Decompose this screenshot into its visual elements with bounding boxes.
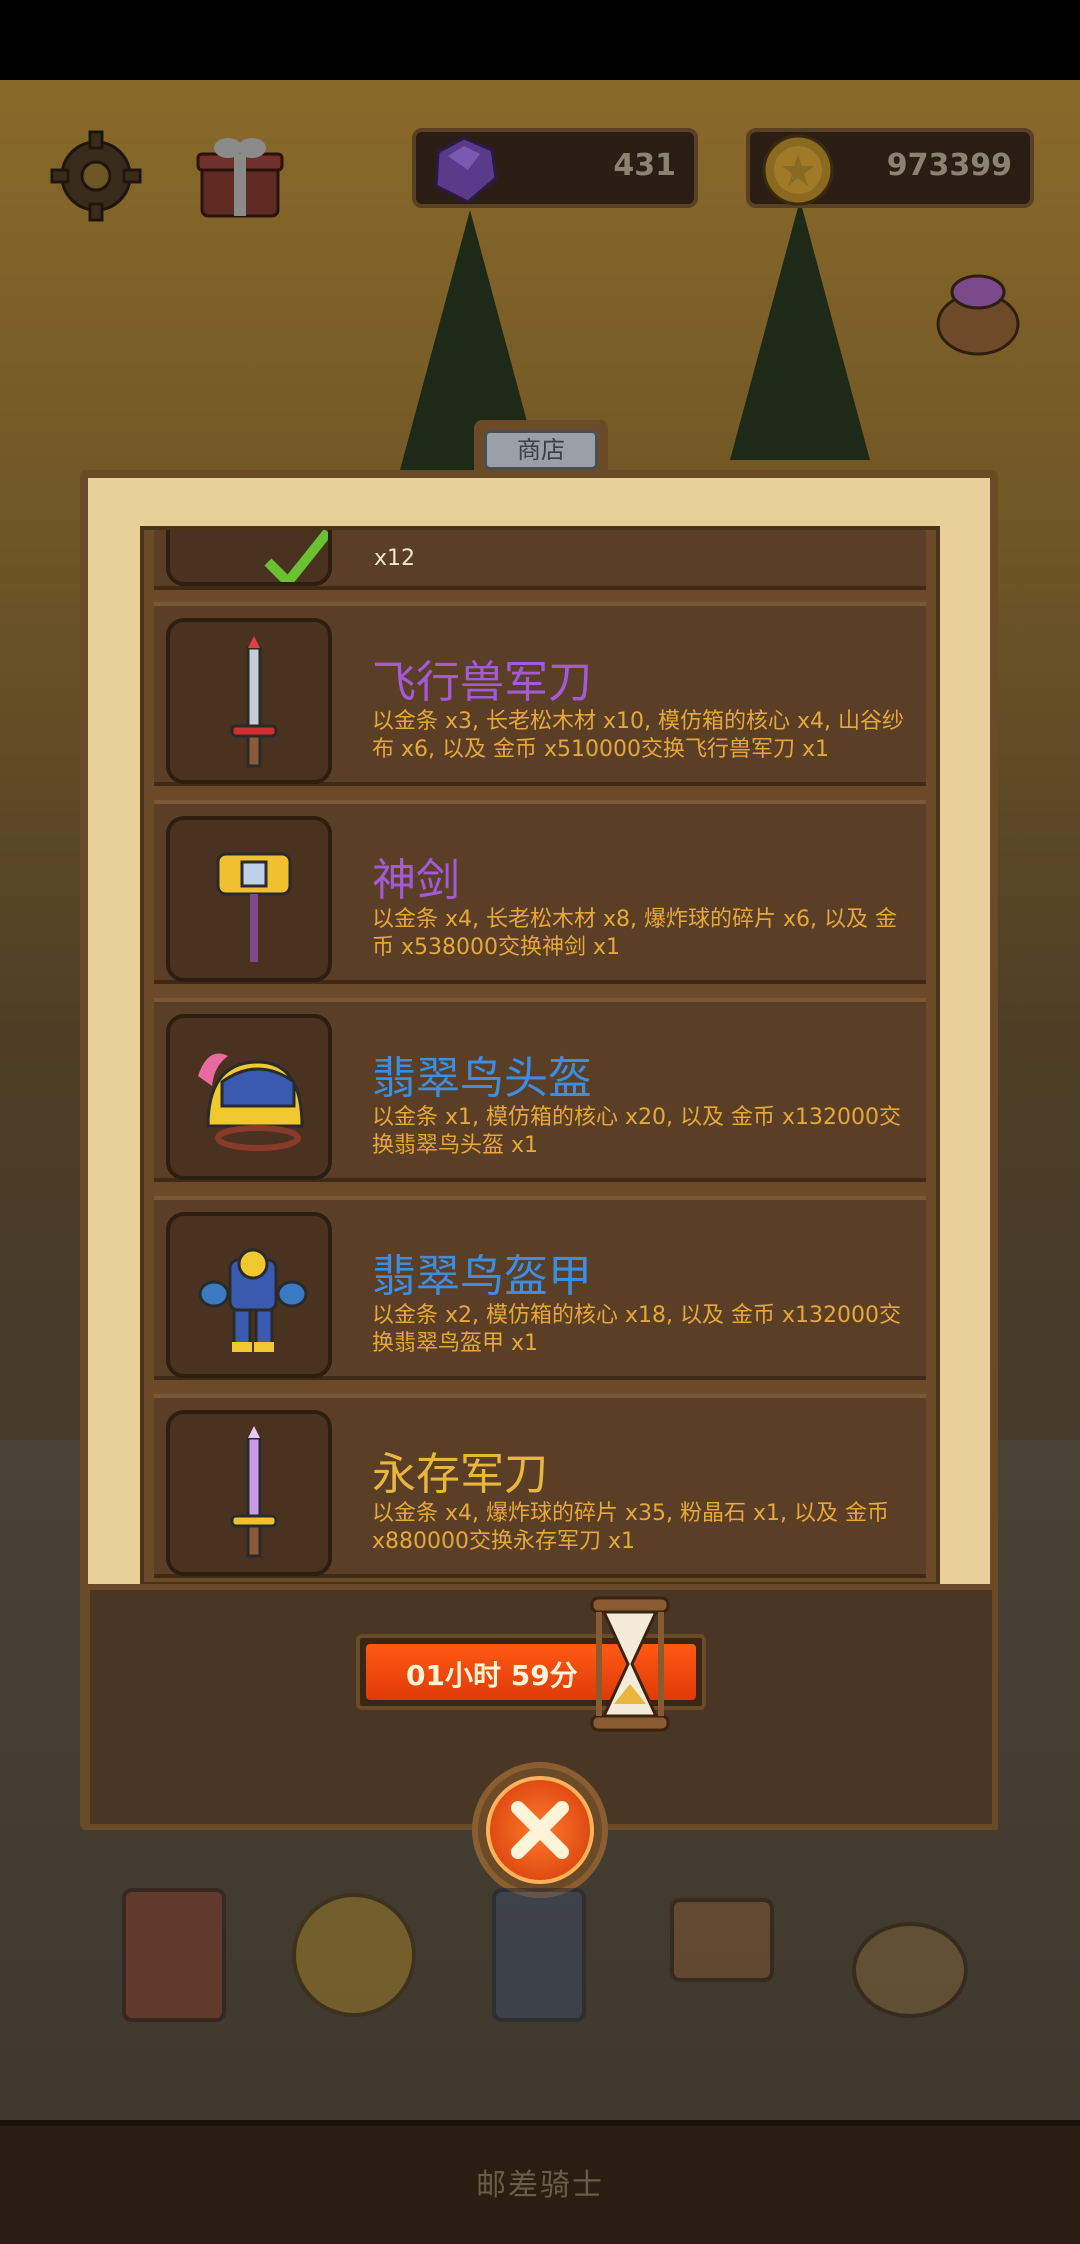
item-description: 以金条 x1, 模仿箱的核心 x20, 以及 金币 x132000交换翡翠鸟头盔… [372,1105,901,1158]
nav-book-icon[interactable] [104,1880,244,2030]
item-name: 翡翠鸟头盔 [372,1053,592,1104]
item-icon-slot [166,618,332,784]
nav-crafting-icon[interactable] [652,1880,792,2030]
list-item[interactable]: 飞行兽军刀 以金条 x3, 长老松木材 x10, 模仿箱的核心 x4, 山谷纱布… [154,602,926,786]
footer-title: 邮差骑士 [476,2168,604,2203]
status-bar [0,0,1080,80]
gem-count: 431 [613,148,676,183]
sword-purple-icon [230,1426,278,1558]
item-description: 以金条 x4, 长老松木材 x8, 爆炸球的碎片 x6, 以及 金币 x5380… [372,907,897,960]
close-icon[interactable] [486,1776,594,1884]
nav-card-icon[interactable] [470,1880,610,2030]
nav-coin-icon[interactable] [284,1880,424,2030]
item-name: 神剑 [372,855,460,906]
sword-red-icon [230,636,278,768]
hourglass-icon [588,1594,672,1734]
check-mark-icon [264,530,328,582]
item-name: 永存军刀 [372,1449,548,1500]
shop-tab: 商店 [474,420,608,478]
tree-right [730,200,870,460]
coin-icon [762,134,834,206]
gem-counter: 431 [412,128,698,208]
item-name: 飞行兽军刀 [372,657,592,708]
list-item[interactable]: 永存军刀 以金条 x4, 爆炸球的碎片 x35, 粉晶石 x1, 以及 金币 x… [154,1394,926,1578]
shop-item-list[interactable]: x12 飞行兽军刀 以金条 x3, 长老松木材 x10, 模仿箱的核心 x4, … [140,526,940,1586]
item-icon-slot [166,1212,332,1378]
item-description: 以金条 x4, 爆炸球的碎片 x35, 粉晶石 x1, 以及 金币 x88000… [372,1501,889,1554]
list-item-partial[interactable]: x12 [154,530,926,590]
item-icon-slot [166,530,332,586]
item-name: 翡翠鸟盔甲 [372,1251,592,1302]
item-icon-slot [166,816,332,982]
list-item[interactable]: 神剑 以金条 x4, 长老松木材 x8, 爆炸球的碎片 x6, 以及 金币 x5… [154,800,926,984]
coin-count: 973399 [886,148,1012,183]
gem-icon [434,136,498,204]
item-quantity: x12 [374,546,416,571]
nav-treasure-icon[interactable] [840,1880,980,2030]
list-item[interactable]: 翡翠鸟头盔 以金条 x1, 模仿箱的核心 x20, 以及 金币 x132000交… [154,998,926,1182]
shop-tab-label: 商店 [484,430,598,470]
item-icon-slot [166,1410,332,1576]
item-icon-slot [166,1014,332,1180]
item-description: 以金条 x2, 模仿箱的核心 x18, 以及 金币 x132000交换翡翠鸟盔甲… [372,1303,901,1356]
item-description: 以金条 x3, 长老松木材 x10, 模仿箱的核心 x4, 山谷纱布 x6, 以… [372,709,904,762]
timer-text: 01小时 59分 [406,1659,578,1692]
armor-icon [198,1248,308,1352]
hammer-gold-icon [216,852,292,962]
close-button[interactable] [472,1762,608,1898]
helmet-icon [198,1053,304,1151]
loot-bag-icon[interactable] [928,260,1028,360]
list-item[interactable]: 翡翠鸟盔甲 以金条 x2, 模仿箱的核心 x18, 以及 金币 x132000交… [154,1196,926,1380]
coin-counter: 973399 [746,128,1034,208]
gift-icon[interactable] [192,128,288,224]
settings-gear-icon[interactable] [48,128,144,224]
